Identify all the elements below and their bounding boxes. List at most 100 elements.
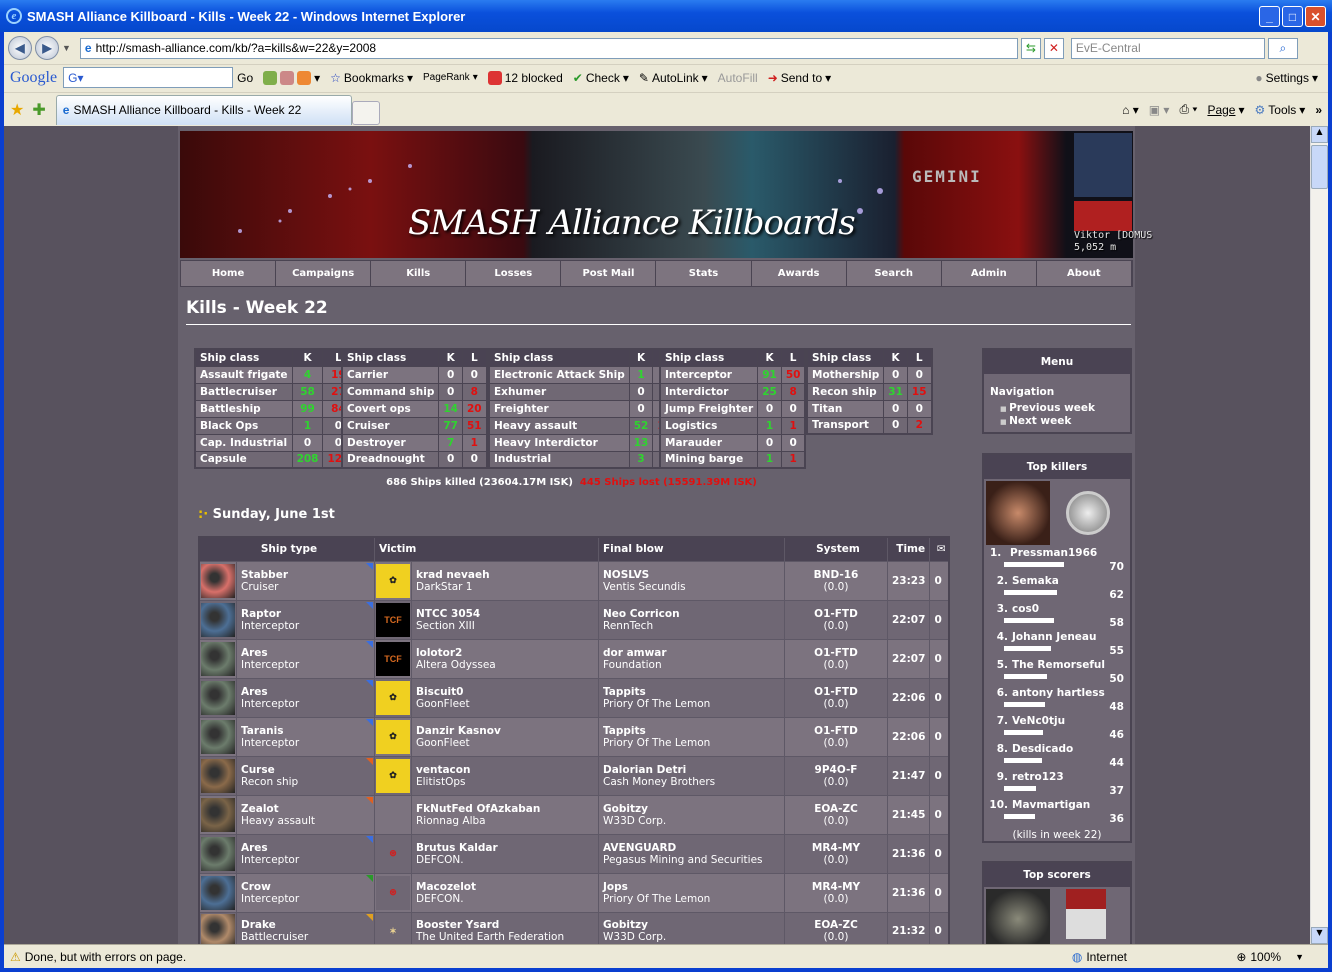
ship-name[interactable]: Stabber — [241, 569, 370, 581]
zoom-level[interactable]: 100% — [1250, 950, 1281, 964]
kill-row[interactable]: Raptor Interceptor TCF NTCC 3054 Section XII… — [198, 599, 950, 640]
ship-icon[interactable] — [201, 563, 235, 598]
top-killer-item[interactable]: 2. Semaka 62 — [984, 575, 1130, 603]
ship-class-name[interactable]: Industrial — [488, 450, 630, 469]
kill-row[interactable]: Ares Interceptor TCF lolotor2 Altera Odyssea… — [198, 638, 950, 679]
menu-item-previous-week[interactable]: ■ Previous week — [1000, 402, 1130, 415]
zoom-icon[interactable]: ⊕ — [1236, 950, 1246, 964]
victim-name[interactable]: Booster Ysard — [416, 919, 594, 931]
victim-alliance-logo-icon[interactable]: ✶ — [376, 914, 410, 944]
ship-class-name[interactable]: Marauder — [659, 433, 759, 452]
top-killer-item[interactable]: 6. antony hartless 48 — [984, 687, 1130, 715]
search-icon[interactable]: ⌕ — [1267, 37, 1298, 59]
kill-row[interactable]: Curse Recon ship ✿ ventacon ElitistOps Dalori… — [198, 755, 950, 796]
ship-class-name[interactable]: Cruiser — [341, 416, 440, 435]
top-killer-item[interactable]: 5. The Remorseful 50 — [984, 659, 1130, 687]
ship-class-name[interactable]: Interdictor — [659, 382, 759, 401]
favorites-star-icon[interactable]: ★ — [10, 100, 24, 120]
col-victim[interactable]: Victim — [374, 536, 599, 562]
victim-name[interactable]: NTCC 3054 — [416, 608, 594, 620]
ship-class-name[interactable]: Command ship — [341, 382, 440, 401]
victim-name[interactable]: Biscuit0 — [416, 686, 594, 698]
ship-class-name[interactable]: Dreadnought — [341, 450, 440, 469]
history-dropdown-icon[interactable]: ▼ — [62, 43, 71, 53]
victim-name[interactable]: lolotor2 — [416, 647, 594, 659]
system-name[interactable]: EOA-ZC — [789, 919, 883, 931]
kill-row[interactable]: Drake Battlecruiser ✶ Booster Ysard The Unit… — [198, 911, 950, 944]
victim-corp[interactable]: GoonFleet — [416, 698, 594, 710]
final-blow-corp[interactable]: W33D Corp. — [603, 931, 780, 943]
address-bar[interactable]: e http://smash-alliance.com/kb/?a=kills&w… — [79, 37, 1018, 59]
nav-stats[interactable]: Stats — [656, 261, 752, 286]
sendto-button[interactable]: ➜ Send to ▾ — [768, 71, 831, 85]
back-icon[interactable]: ◀ — [8, 36, 32, 60]
picture-icon[interactable] — [263, 70, 278, 85]
ship-icon[interactable] — [201, 836, 235, 871]
final-blow-corp[interactable]: Foundation — [603, 659, 780, 671]
kill-row[interactable]: Ares Interceptor ✿ Biscuit0 GoonFleet Tappits… — [198, 677, 950, 718]
nav-kills[interactable]: Kills — [371, 261, 467, 286]
tab-active[interactable]: e SMASH Alliance Killboard - Kills - Week… — [55, 94, 352, 125]
spellcheck-button[interactable]: ✔ Check ▾ — [573, 71, 629, 85]
final-blow-name[interactable]: NOSLVS — [603, 569, 780, 581]
kill-row[interactable]: Stabber Cruiser ✿ krad nevaeh DarkStar 1 NOSL… — [198, 560, 950, 601]
col-system[interactable]: System — [784, 536, 888, 562]
victim-alliance-logo-icon[interactable] — [376, 798, 410, 832]
nav-post-mail[interactable]: Post Mail — [561, 261, 657, 286]
final-blow-corp[interactable]: Ventis Secundis — [603, 581, 780, 593]
ship-class-name[interactable]: Logistics — [659, 416, 759, 435]
ship-class-name[interactable]: Black Ops — [194, 416, 293, 435]
ship-name[interactable]: Ares — [241, 686, 370, 698]
final-blow-name[interactable]: AVENGUARD — [603, 842, 780, 854]
victim-alliance-logo-icon[interactable]: TCF — [376, 602, 410, 637]
final-blow-corp[interactable]: Pegasus Mining and Securities — [603, 854, 780, 866]
nav-admin[interactable]: Admin — [941, 261, 1037, 286]
tools-menu[interactable]: ⚙ Tools ▾ — [1255, 103, 1306, 117]
system-name[interactable]: O1-FTD — [789, 608, 883, 620]
ship-class-name[interactable]: Assault frigate — [194, 365, 293, 384]
system-name[interactable]: EOA-ZC — [789, 803, 883, 815]
popup-blocker-button[interactable]: 12 blocked — [487, 70, 563, 85]
ship-class-name[interactable]: Capsule — [194, 450, 293, 469]
ship-class-name[interactable]: Battleship — [194, 399, 293, 418]
victim-name[interactable]: FkNutFed OfAzkaban — [416, 803, 594, 815]
top-killer-item[interactable]: 8. Desdicado 44 — [984, 743, 1130, 771]
settings-button[interactable]: ● Settings ▾ — [1255, 71, 1318, 85]
ship-name[interactable]: Drake — [241, 919, 370, 931]
victim-alliance-logo-icon[interactable]: ✿ — [376, 680, 410, 715]
victim-alliance-logo-icon[interactable]: ✿ — [376, 563, 410, 598]
menu-item-next-week[interactable]: ■ Next week — [1000, 415, 1130, 428]
final-blow-corp[interactable]: Cash Money Brothers — [603, 776, 780, 788]
final-blow-name[interactable]: Gobitzy — [603, 803, 780, 815]
ship-class-name[interactable]: Destroyer — [341, 433, 440, 452]
ship-name[interactable]: Ares — [241, 842, 370, 854]
nav-awards[interactable]: Awards — [751, 261, 847, 286]
top-killer-item[interactable]: 1. Pressman1966 70 — [984, 547, 1130, 575]
system-name[interactable]: BND-16 — [789, 569, 883, 581]
victim-name[interactable]: krad nevaeh — [416, 569, 594, 581]
ship-class-name[interactable]: Cap. Industrial — [194, 433, 293, 452]
final-blow-corp[interactable]: RennTech — [603, 620, 780, 632]
victim-alliance-logo-icon[interactable]: ⊛ — [376, 875, 410, 910]
search-input[interactable]: EvE-Central — [1070, 37, 1265, 59]
ship-name[interactable]: Zealot — [241, 803, 370, 815]
nav-search[interactable]: Search — [846, 261, 942, 286]
victim-corp[interactable]: The United Earth Federation — [416, 931, 594, 943]
victim-name[interactable]: Brutus Kaldar — [416, 842, 594, 854]
system-name[interactable]: MR4-MY — [789, 842, 883, 854]
ship-class-name[interactable]: Freighter — [488, 399, 630, 418]
ship-class-name[interactable]: Heavy Interdictor — [488, 433, 630, 452]
ship-icon[interactable] — [201, 875, 235, 910]
system-name[interactable]: 9P4O-F — [789, 764, 883, 776]
victim-name[interactable]: Danzir Kasnov — [416, 725, 594, 737]
ship-name[interactable]: Ares — [241, 647, 370, 659]
ship-icon[interactable] — [201, 602, 235, 637]
kill-row[interactable]: Zealot Heavy assault FkNutFed OfAzkaban Rio… — [198, 794, 950, 835]
print-icon[interactable]: ⎙ ▾ — [1179, 102, 1197, 117]
victim-alliance-logo-icon[interactable]: TCF — [376, 641, 410, 676]
forward-icon[interactable]: ▶ — [35, 36, 59, 60]
victim-corp[interactable]: Section XIII — [416, 620, 594, 632]
victim-corp[interactable]: DarkStar 1 — [416, 581, 594, 593]
ship-class-name[interactable]: Heavy assault — [488, 416, 630, 435]
page-menu[interactable]: Page ▾ — [1207, 103, 1244, 117]
